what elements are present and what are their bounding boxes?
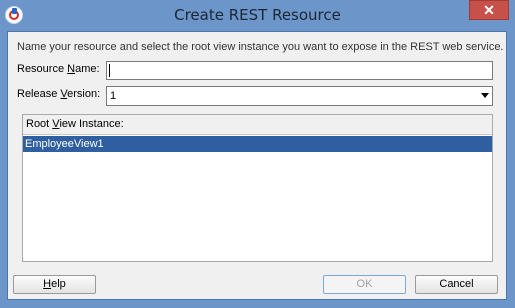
resource-name-label: Resource Name: — [17, 63, 100, 75]
dropdown-arrow-icon[interactable] — [481, 93, 489, 98]
help-button-label: elp — [51, 278, 66, 290]
release-version-label-prefix: Release — [17, 88, 61, 100]
cancel-button[interactable]: Cancel — [415, 275, 498, 294]
resource-name-input[interactable] — [106, 61, 493, 80]
list-item-employeeview1[interactable]: EmployeeView1 — [23, 136, 492, 152]
root-view-instance-label: Root View Instance: — [26, 118, 124, 130]
release-version-value: 1 — [110, 90, 117, 102]
root-view-label-suffix: iew Instance: — [59, 118, 124, 130]
dialog-window: Create REST Resource ✕ Name your resourc… — [0, 0, 515, 308]
close-button[interactable]: ✕ — [469, 0, 509, 20]
root-view-instance-panel: Root View Instance: EmployeeView1 — [22, 114, 493, 262]
help-button[interactable]: Help — [13, 275, 96, 294]
title-bar[interactable]: Create REST Resource ✕ — [0, 0, 515, 31]
root-view-label-prefix: Root — [26, 118, 53, 130]
root-view-instance-list[interactable]: EmployeeView1 — [23, 134, 492, 261]
resource-name-label-prefix: Resource — [17, 63, 68, 75]
resource-name-label-suffix: ame: — [75, 63, 100, 75]
close-icon: ✕ — [483, 2, 495, 18]
resource-name-label-mnemonic: N — [67, 63, 76, 75]
text-caret — [109, 64, 110, 77]
release-version-dropdown[interactable]: 1 — [106, 86, 493, 106]
release-version-label-suffix: ersion: — [67, 88, 101, 100]
window-title: Create REST Resource — [174, 6, 341, 24]
dialog-body: Name your resource and select the root v… — [7, 31, 507, 300]
dialog-description: Name your resource and select the root v… — [17, 41, 504, 53]
ok-button[interactable]: OK — [323, 275, 406, 294]
release-version-label: Release Version: — [17, 88, 100, 100]
help-button-mnemonic: H — [43, 278, 52, 290]
